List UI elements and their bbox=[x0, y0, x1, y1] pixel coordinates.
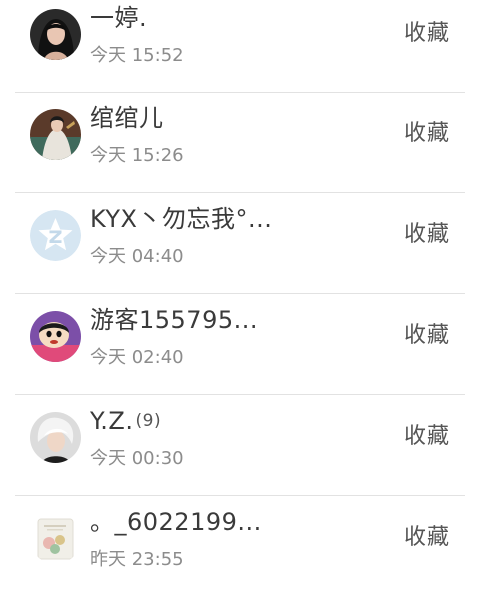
favorite-button[interactable]: 收藏 bbox=[404, 321, 450, 351]
favorite-button[interactable]: 收藏 bbox=[404, 220, 450, 250]
contact-name: 。_6022199... bbox=[90, 508, 262, 536]
contact-row[interactable]: 一婷. 今天 15:52 收藏 bbox=[0, 0, 480, 93]
contact-row[interactable]: Y.Z. (9) 今天 00:30 收藏 bbox=[0, 396, 480, 496]
row-divider bbox=[15, 495, 465, 496]
contact-name: 游客155795... bbox=[90, 306, 259, 334]
contact-list: 一婷. 今天 15:52 收藏 绾绾儿 今天 15:26 收藏 KYX丶勿忘我°… bbox=[0, 0, 480, 591]
contact-row[interactable]: KYX丶勿忘我°... 今天 04:40 收藏 bbox=[0, 194, 480, 294]
contact-name: 绾绾儿 bbox=[90, 104, 164, 132]
contact-row[interactable]: 。_6022199... 昨天 23:55 收藏 bbox=[0, 497, 480, 591]
default-avatar-icon[interactable] bbox=[30, 210, 81, 261]
contact-name: KYX丶勿忘我°... bbox=[90, 205, 273, 233]
message-count: (9) bbox=[135, 411, 162, 431]
portrait-avatar-icon[interactable] bbox=[30, 412, 81, 463]
row-divider bbox=[15, 394, 465, 395]
contact-time: 今天 15:26 bbox=[90, 145, 184, 166]
contact-time: 今天 04:40 bbox=[90, 246, 184, 267]
contact-time: 今天 15:52 bbox=[90, 45, 184, 66]
contact-row[interactable]: 游客155795... 今天 02:40 收藏 bbox=[0, 295, 480, 395]
contact-name: Y.Z. (9) bbox=[90, 407, 162, 435]
favorite-button[interactable]: 收藏 bbox=[404, 119, 450, 149]
favorite-button[interactable]: 收藏 bbox=[404, 19, 450, 49]
cartoon-avatar-icon[interactable] bbox=[30, 311, 81, 362]
flower-avatar-icon[interactable] bbox=[30, 513, 81, 564]
contact-row[interactable]: 绾绾儿 今天 15:26 收藏 bbox=[0, 93, 480, 193]
row-divider bbox=[15, 192, 465, 193]
contact-time: 昨天 23:55 bbox=[90, 549, 184, 570]
portrait-avatar-icon[interactable] bbox=[30, 9, 81, 60]
favorite-button[interactable]: 收藏 bbox=[404, 523, 450, 553]
contact-time: 今天 00:30 bbox=[90, 448, 184, 469]
portrait-avatar-icon[interactable] bbox=[30, 109, 81, 160]
contact-name: 一婷. bbox=[90, 4, 148, 32]
contact-time: 今天 02:40 bbox=[90, 347, 184, 368]
row-divider bbox=[15, 293, 465, 294]
favorite-button[interactable]: 收藏 bbox=[404, 422, 450, 452]
